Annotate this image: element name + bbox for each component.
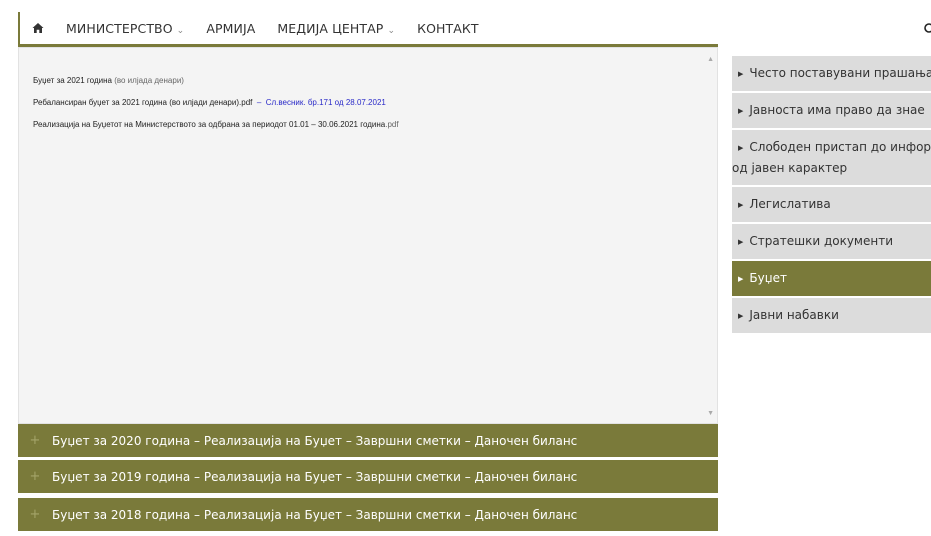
search-icon[interactable] <box>923 22 931 34</box>
document-list: Буџет за 2021 година (во илјада денари) … <box>33 70 399 136</box>
nav-menu: МИНИСТЕРСТВО ⌄ АРМИЈА МЕДИЈА ЦЕНТАР ⌄ КОНТ… <box>20 12 501 44</box>
sidebar-item-legislation[interactable]: ▶ Легислатива <box>732 187 931 222</box>
separator: – <box>256 98 262 107</box>
scroll-up-icon[interactable]: ▲ <box>707 56 714 63</box>
budget-title: Буџет за 2021 година <box>33 76 112 85</box>
sidebar-item-label: Легислатива <box>749 197 831 211</box>
sidebar-item-public-procurement[interactable]: ▶ Јавни набавки <box>732 298 931 333</box>
nav-item-label: МИНИСТЕРСТВО <box>66 20 173 36</box>
revised-budget-link[interactable]: Ребалансиран буџет за 2021 година (во ил… <box>33 98 252 107</box>
caret-right-icon: ▶ <box>738 70 744 78</box>
gazette-link[interactable]: Сл.весник. бр.171 од 28.07.2021 <box>266 98 386 107</box>
caret-right-icon: ▶ <box>738 275 744 283</box>
nav-item-army[interactable]: АРМИЈА <box>206 21 255 36</box>
budget-2021-panel: Буџет за 2021 година (во илјада денари) … <box>18 47 718 424</box>
plus-icon: + <box>29 507 41 522</box>
accordion-budget-2019[interactable]: + Буџет за 2019 година – Реализација на … <box>18 460 718 493</box>
scroll-down-icon[interactable]: ▼ <box>707 410 714 417</box>
caret-right-icon: ▶ <box>738 201 744 209</box>
budget-note: (во илјада денари) <box>114 76 184 85</box>
nav-item-ministry[interactable]: МИНИСТЕРСТВО ⌄ <box>66 21 184 36</box>
accordion-label: Буџет за 2020 година – Реализација на Бу… <box>52 433 578 448</box>
realization-link[interactable]: Реализација на Буџетот на Министерството… <box>33 120 385 129</box>
caret-right-icon: ▶ <box>738 107 744 115</box>
sidebar-item-free-access-info[interactable]: ▶ Слободен пристап до информации од јавен … <box>732 130 931 185</box>
caret-right-icon: ▶ <box>738 312 744 320</box>
accordion-label: Буџет за 2018 година – Реализација на Бу… <box>52 507 578 522</box>
caret-right-icon: ▶ <box>738 238 744 246</box>
nav-item-label: АРМИЈА <box>206 20 256 36</box>
chevron-down-icon: ⌄ <box>387 25 396 36</box>
top-navigation: МИНИСТЕРСТВО ⌄ АРМИЈА МЕДИЈА ЦЕНТАР ⌄ КОНТ… <box>18 12 931 44</box>
sidebar-item-label-line2: од јавен карактер <box>732 161 848 175</box>
sidebar-item-label: Слободен пристап до информации <box>749 140 931 154</box>
accordion-budget-2018[interactable]: + Буџет за 2018 година – Реализација на … <box>18 498 718 531</box>
sidebar-item-label: Стратешки документи <box>749 234 894 248</box>
file-extension: .pdf <box>385 120 399 129</box>
nav-item-label: КОНТАКТ <box>417 20 479 36</box>
plus-icon: + <box>29 433 41 448</box>
sidebar-menu: ▶ Често поставувани прашања ▶ Јавноста има… <box>732 56 931 335</box>
nav-item-label: МЕДИЈА ЦЕНТАР <box>277 20 384 36</box>
list-item: Ребалансиран буџет за 2021 година (во ил… <box>33 92 399 114</box>
home-icon[interactable] <box>32 22 44 34</box>
plus-icon: + <box>29 469 41 484</box>
list-item: Реализација на Буџетот на Министерството… <box>33 114 399 136</box>
sidebar-item-label: Често поставувани прашања <box>749 66 931 80</box>
sidebar-item-budget[interactable]: ▶ Буџет <box>732 261 931 296</box>
sidebar-item-faq[interactable]: ▶ Често поставувани прашања <box>732 56 931 91</box>
sidebar-item-label: Јавни набавки <box>749 308 839 322</box>
sidebar-item-public-right-to-know[interactable]: ▶ Јавноста има право да знае <box>732 93 931 128</box>
sidebar-item-label: Јавноста има право да знае <box>749 103 925 117</box>
caret-right-icon: ▶ <box>738 144 744 152</box>
list-item: Буџет за 2021 година (во илјада денари) <box>33 70 399 92</box>
nav-item-contact[interactable]: КОНТАКТ <box>417 21 479 36</box>
accordion-label: Буџет за 2019 година – Реализација на Бу… <box>52 469 578 484</box>
chevron-down-icon: ⌄ <box>176 25 185 36</box>
accordion-budget-2020[interactable]: + Буџет за 2020 година – Реализација на … <box>18 424 718 457</box>
sidebar-item-strategic-documents[interactable]: ▶ Стратешки документи <box>732 224 931 259</box>
sidebar-item-label: Буџет <box>749 271 787 285</box>
nav-item-media-center[interactable]: МЕДИЈА ЦЕНТАР ⌄ <box>277 21 395 36</box>
